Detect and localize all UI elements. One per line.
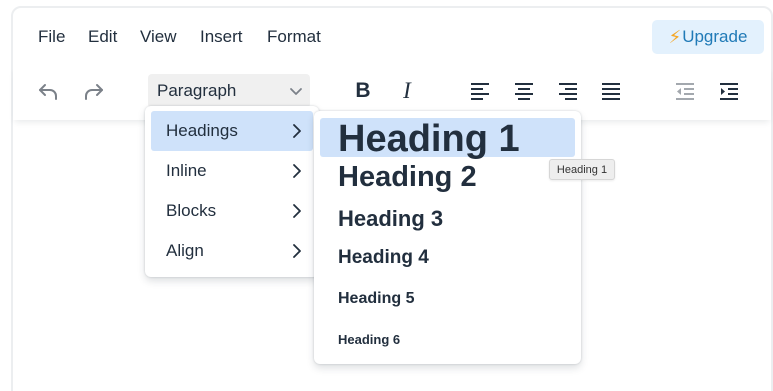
- heading-5-label: Heading 5: [338, 290, 415, 307]
- menu-file[interactable]: File: [38, 27, 65, 47]
- menu-item-align[interactable]: Align: [151, 231, 313, 271]
- align-center-button[interactable]: [507, 74, 541, 108]
- menu-format[interactable]: Format: [267, 27, 321, 47]
- heading-6-label: Heading 6: [338, 332, 401, 347]
- undo-icon: [39, 84, 57, 100]
- blocks-select[interactable]: Paragraph: [148, 74, 310, 108]
- menu-item-label: Inline: [166, 161, 207, 180]
- chevron-right-icon: [293, 244, 301, 258]
- align-left-icon: [471, 83, 489, 100]
- menu-item-blocks[interactable]: Blocks: [151, 191, 313, 231]
- lightning-icon: ⚡: [668, 26, 682, 47]
- menu-item-label: Align: [166, 241, 204, 260]
- bold-button[interactable]: B: [346, 74, 380, 108]
- chevron-right-icon: [293, 124, 301, 138]
- indent-button[interactable]: [712, 74, 746, 108]
- menu-item-heading-2[interactable]: Heading 2: [320, 159, 575, 197]
- align-justify-icon: [602, 83, 620, 100]
- upgrade-label: Upgrade: [682, 27, 748, 46]
- align-justify-button[interactable]: [594, 74, 628, 108]
- menu-item-heading-4[interactable]: Heading 4: [320, 241, 575, 277]
- chevron-down-icon: [290, 88, 302, 95]
- undo-button[interactable]: [31, 74, 65, 108]
- outdent-icon: [676, 83, 694, 100]
- outdent-button[interactable]: [668, 74, 702, 108]
- heading-2-label: Heading 2: [338, 161, 477, 193]
- redo-button[interactable]: [77, 74, 111, 108]
- heading-4-label: Heading 4: [338, 247, 429, 268]
- menu-item-inline[interactable]: Inline: [151, 151, 313, 191]
- format-submenu: Headings Inline Blocks Align: [145, 106, 319, 277]
- blocks-select-value: Paragraph: [157, 81, 237, 100]
- menu-item-heading-5[interactable]: Heading 5: [320, 281, 575, 317]
- align-center-icon: [515, 83, 533, 100]
- menu-view[interactable]: View: [140, 27, 177, 47]
- chevron-right-icon: [293, 204, 301, 218]
- heading-1-label: Heading 1: [338, 118, 520, 160]
- menu-item-heading-3[interactable]: Heading 3: [320, 201, 575, 237]
- menu-item-heading-6[interactable]: Heading 6: [320, 321, 575, 357]
- indent-icon: [720, 83, 738, 100]
- align-left-button[interactable]: [463, 74, 497, 108]
- tooltip: Heading 1: [549, 159, 615, 180]
- menu-item-label: Blocks: [166, 201, 217, 220]
- menu-insert[interactable]: Insert: [200, 27, 243, 47]
- upgrade-button[interactable]: ⚡ Upgrade: [652, 20, 764, 54]
- redo-icon: [85, 84, 103, 100]
- menu-edit[interactable]: Edit: [88, 27, 117, 47]
- align-right-button[interactable]: [551, 74, 585, 108]
- menu-item-headings[interactable]: Headings: [151, 111, 313, 151]
- heading-3-label: Heading 3: [338, 206, 444, 231]
- align-right-icon: [559, 83, 577, 100]
- menu-item-heading-1[interactable]: Heading 1: [320, 118, 575, 160]
- italic-button[interactable]: I: [390, 74, 424, 108]
- chevron-right-icon: [293, 164, 301, 178]
- headings-submenu: Heading 1 Heading 2 Heading 3 Heading 4 …: [314, 111, 581, 364]
- menu-item-label: Headings: [166, 121, 238, 140]
- menubar: File Edit View Insert Format ⚡ Upgrade: [13, 8, 771, 66]
